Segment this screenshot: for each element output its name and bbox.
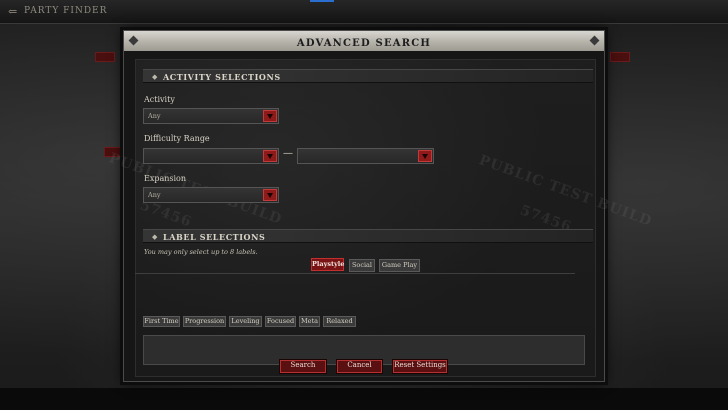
tab-underline <box>135 273 575 274</box>
chevron-down-icon[interactable] <box>263 189 277 201</box>
advanced-search-dialog: ADVANCED SEARCH PUBLIC TEST BUILD 57456 … <box>107 30 654 382</box>
activity-section-header: ◆ ACTIVITY SELECTIONS <box>143 69 593 83</box>
tab-game-play[interactable]: Game Play <box>379 259 420 272</box>
dialog-title: ADVANCED SEARCH <box>296 38 432 49</box>
label-limit-note: You may only select up to 8 labels. <box>144 248 258 256</box>
difficulty-min-dropdown[interactable] <box>143 148 279 164</box>
label-chip-progression[interactable]: Progression <box>183 316 226 327</box>
expansion-value: Any <box>148 191 161 199</box>
activity-label: Activity <box>144 95 175 104</box>
label-section-title: LABEL SELECTIONS <box>163 232 266 242</box>
search-button[interactable]: Search <box>279 359 327 374</box>
party-finder-title: PARTY FINDER <box>24 6 108 16</box>
header-ornament-right-icon <box>589 35 600 46</box>
dialog-header: ADVANCED SEARCH <box>124 31 604 51</box>
label-chip-focused[interactable]: Focused <box>265 316 296 327</box>
header-ornament-left-icon <box>128 35 139 46</box>
bg-tab-left <box>95 52 115 62</box>
activity-value: Any <box>148 112 161 120</box>
label-section-header: ◆ LABEL SELECTIONS <box>143 229 593 243</box>
expansion-dropdown[interactable]: Any <box>143 187 279 203</box>
bottom-bar <box>0 388 728 410</box>
label-chip-leveling[interactable]: Leveling <box>229 316 262 327</box>
activity-dropdown[interactable]: Any <box>143 108 279 124</box>
chevron-down-icon[interactable] <box>418 150 432 162</box>
top-bar: ⇐ PARTY FINDER <box>0 0 728 24</box>
activity-section-title: ACTIVITY SELECTIONS <box>163 72 281 82</box>
label-chip-relaxed[interactable]: Relaxed <box>323 316 356 327</box>
range-separator: — <box>283 148 293 159</box>
expansion-label: Expansion <box>144 174 187 183</box>
tab-social[interactable]: Social <box>349 259 375 272</box>
cancel-button[interactable]: Cancel <box>336 359 383 374</box>
chevron-down-icon[interactable] <box>263 150 277 162</box>
label-chip-first-time[interactable]: First Time <box>143 316 180 327</box>
section-diamond-icon: ◆ <box>152 233 158 241</box>
section-diamond-icon: ◆ <box>152 73 158 81</box>
difficulty-max-dropdown[interactable] <box>297 148 434 164</box>
back-arrow-icon[interactable]: ⇐ <box>8 5 17 18</box>
chevron-down-icon[interactable] <box>263 110 277 122</box>
top-indicator <box>310 0 334 2</box>
bg-tab-right <box>610 52 630 62</box>
label-chip-meta[interactable]: Meta <box>299 316 320 327</box>
tab-playstyle[interactable]: Playstyle <box>311 258 344 271</box>
reset-settings-button[interactable]: Reset Settings <box>392 359 448 374</box>
difficulty-label: Difficulty Range <box>144 134 210 143</box>
